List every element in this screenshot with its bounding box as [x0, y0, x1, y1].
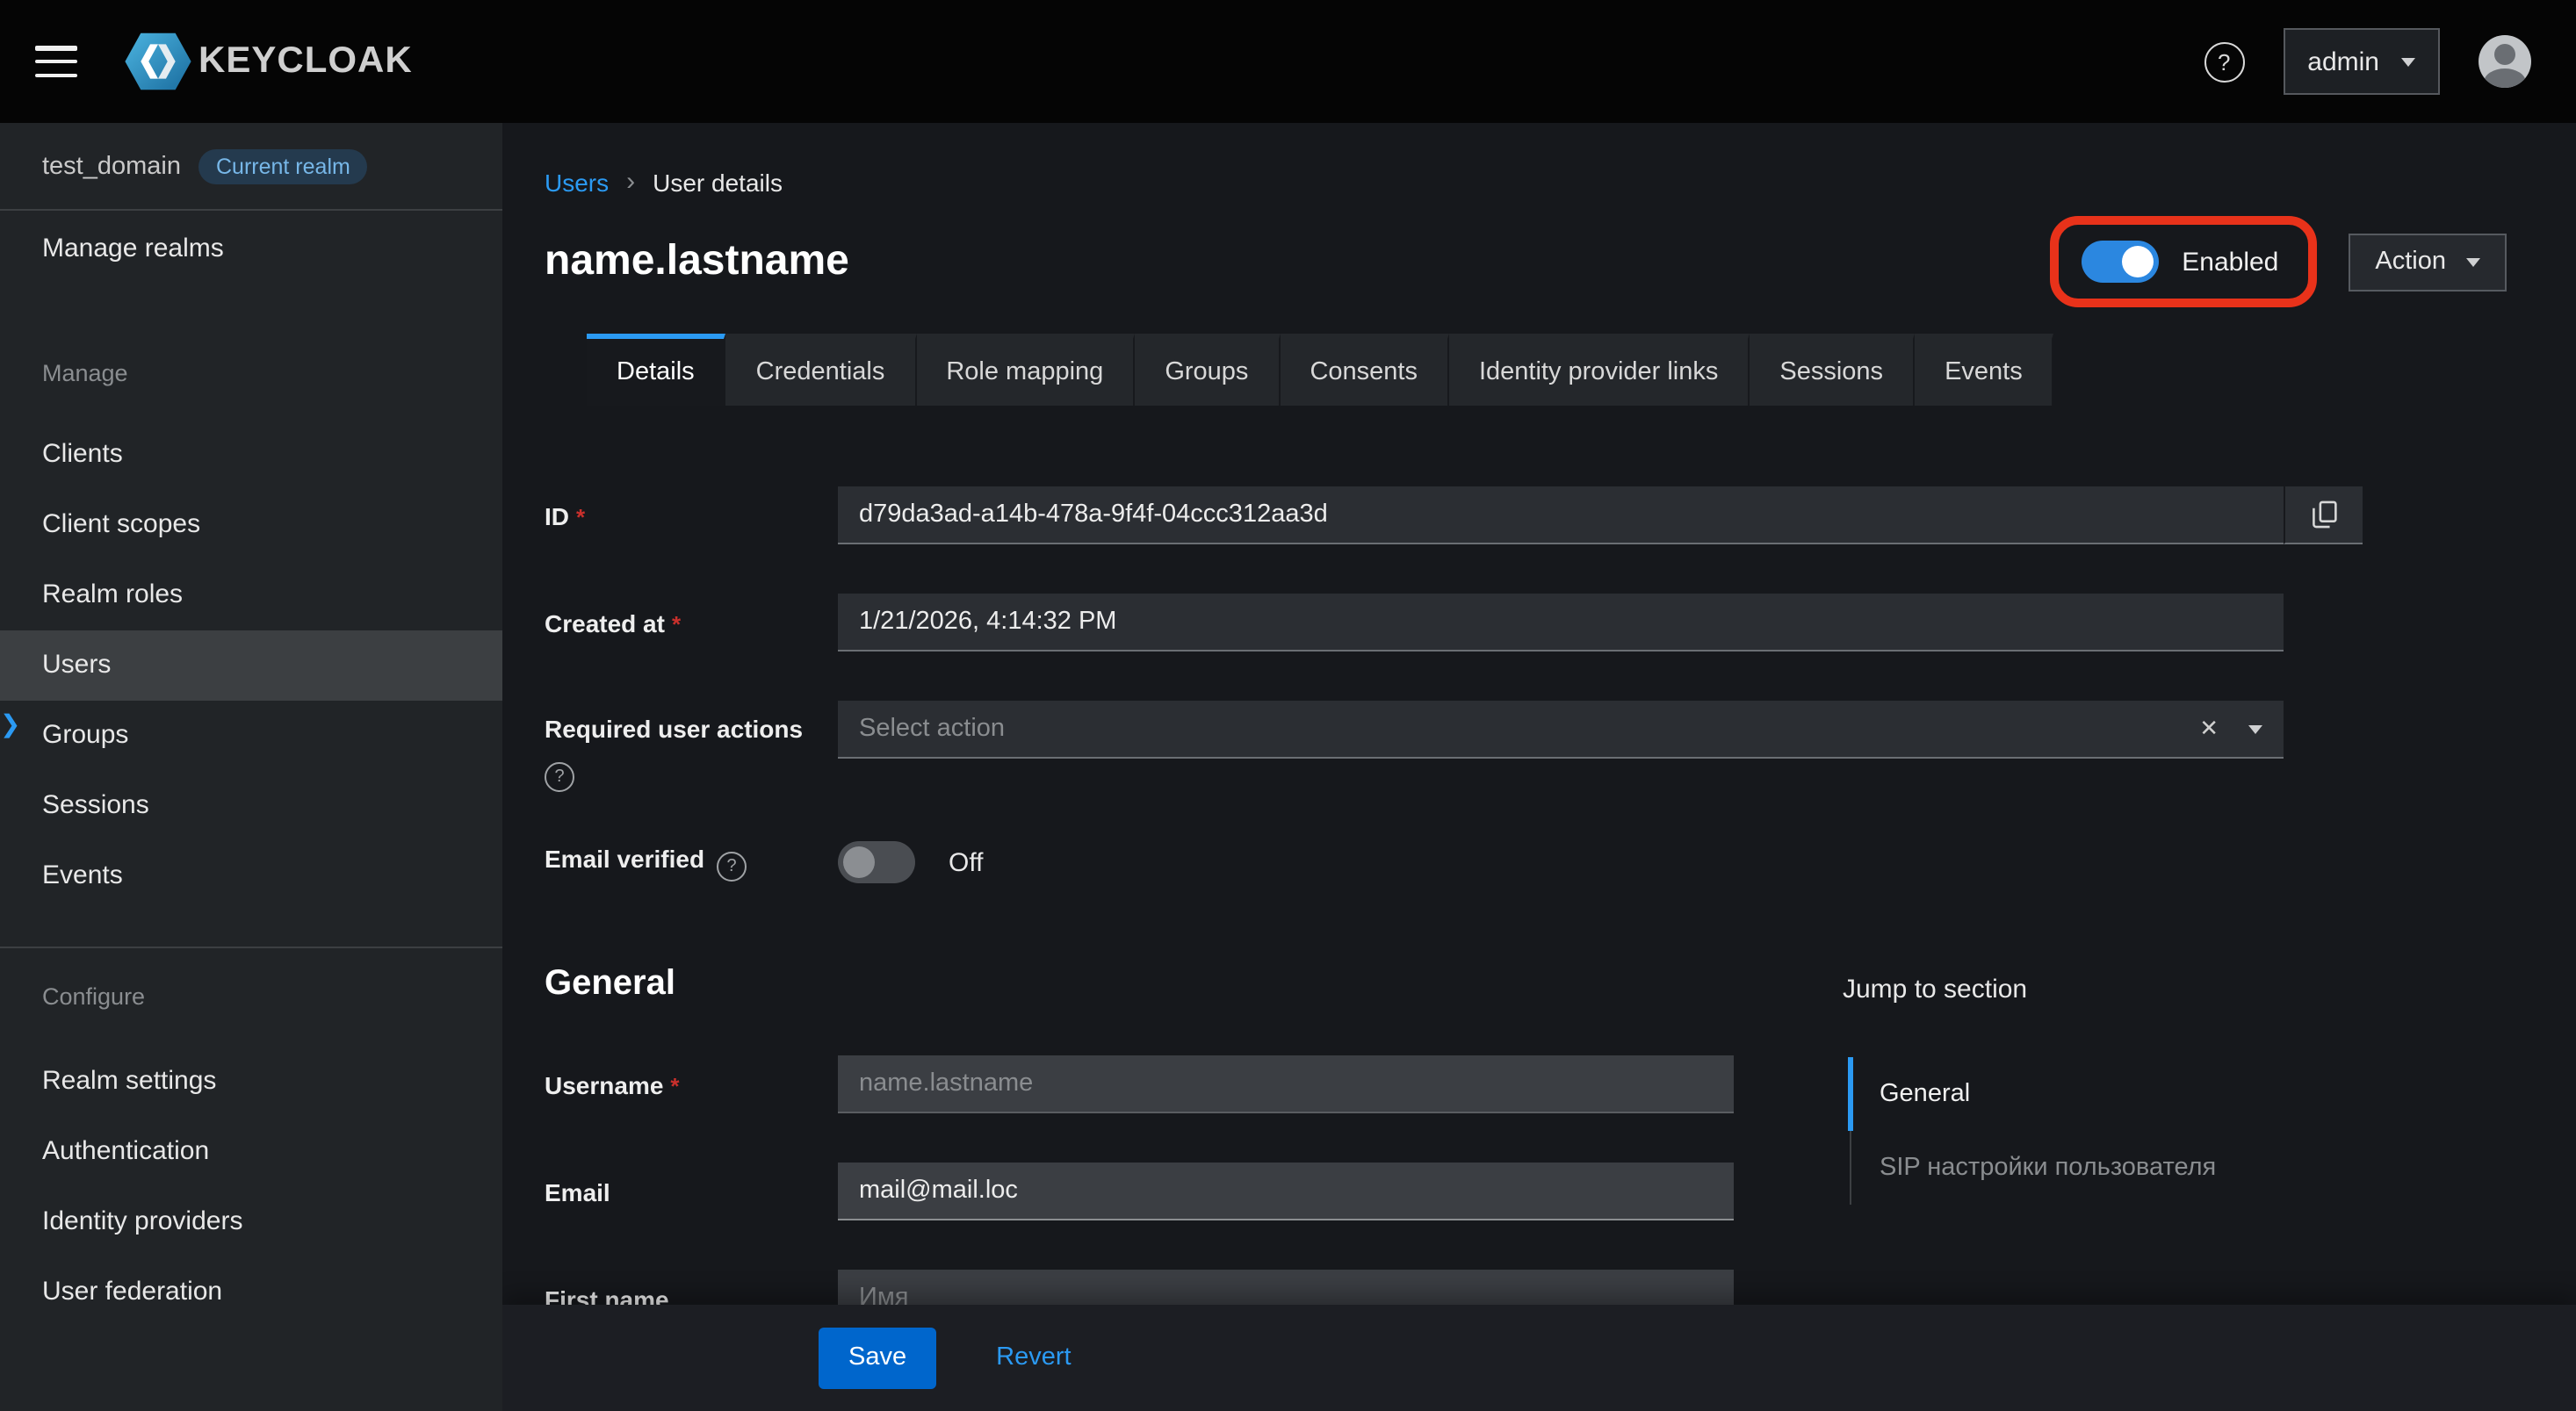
help-icon[interactable]: ?: [2204, 41, 2244, 82]
copy-button[interactable]: [2284, 486, 2363, 544]
sidebar-item-realm-settings[interactable]: Realm settings: [0, 1047, 502, 1117]
required-user-actions-label: Required user actions ?: [545, 701, 838, 792]
sidebar-divider: [0, 947, 502, 948]
sidebar-item-client-scopes[interactable]: Client scopes: [0, 490, 502, 560]
required-user-actions-select[interactable]: Select action ✕: [838, 701, 2284, 759]
page-header: name.lastname Enabled Action: [545, 214, 2506, 309]
breadcrumb-users-link[interactable]: Users: [545, 168, 609, 196]
sidebar-expand-icon[interactable]: ❯: [0, 706, 20, 741]
sidebar-item-realm-roles[interactable]: Realm roles: [0, 560, 502, 630]
save-button[interactable]: Save: [819, 1327, 936, 1388]
required-marker: *: [672, 610, 681, 637]
enabled-toggle-group: Enabled: [2050, 216, 2317, 307]
email-row: Email: [545, 1163, 1776, 1220]
current-realm-badge: Current realm: [198, 148, 368, 184]
sidebar-section-manage: Manage: [0, 356, 502, 392]
required-user-actions-row: Required user actions ? Select action ✕: [545, 701, 2576, 792]
top-bar: KEYCLOAK ? admin: [0, 0, 2576, 123]
id-input[interactable]: [838, 486, 2284, 544]
keycloak-admin-console: KEYCLOAK ? admin test_domain Current rea…: [0, 0, 2576, 1411]
tab-role-mapping[interactable]: Role mapping: [916, 334, 1135, 406]
enabled-toggle[interactable]: [2082, 241, 2159, 283]
tab-consents[interactable]: Consents: [1280, 334, 1449, 406]
action-label: Action: [2375, 248, 2446, 276]
revert-button[interactable]: Revert: [996, 1343, 1071, 1371]
sidebar-item-events[interactable]: Events: [0, 841, 502, 911]
sidebar-item-clients[interactable]: Clients: [0, 420, 502, 490]
email-input[interactable]: [838, 1163, 1734, 1220]
username-label: Username*: [545, 1070, 838, 1098]
username-input[interactable]: [838, 1055, 1734, 1113]
created-at-label: Created at*: [545, 608, 838, 637]
user-menu-label: admin: [2307, 47, 2379, 76]
sidebar-item-sessions[interactable]: Sessions: [0, 771, 502, 841]
select-placeholder: Select action: [859, 715, 1005, 743]
chevron-down-icon[interactable]: [2248, 724, 2262, 733]
sidebar-nav: Manage realms Manage Clients Client scop…: [0, 214, 502, 1328]
page-title: name.lastname: [545, 237, 849, 286]
sidebar-item-users[interactable]: Users: [0, 630, 502, 701]
sidebar-section-configure: Configure: [0, 980, 502, 1015]
question-circle-icon[interactable]: ?: [545, 762, 574, 792]
form-action-bar: Save Revert: [502, 1304, 2576, 1411]
toggle-knob: [2122, 246, 2154, 277]
email-label: Email: [545, 1177, 838, 1206]
id-row: ID*: [545, 486, 2576, 544]
chevron-down-icon: [2400, 57, 2414, 66]
avatar-head-icon: [2493, 44, 2515, 65]
brand-title: KEYCLOAK: [198, 40, 413, 83]
breadcrumb-current: User details: [653, 168, 783, 196]
jump-link-general[interactable]: General: [1851, 1057, 2244, 1131]
sidebar: test_domain Current realm Manage realms …: [0, 123, 502, 1411]
clear-selection-icon[interactable]: ✕: [2199, 715, 2219, 743]
brand[interactable]: KEYCLOAK: [123, 32, 413, 91]
avatar-body-icon: [2483, 68, 2525, 88]
jump-links: General SIP настройки пользователя: [1850, 1057, 2244, 1205]
toggle-knob: [843, 846, 875, 878]
avatar[interactable]: [2478, 35, 2530, 88]
sidebar-item-groups[interactable]: Groups: [0, 701, 502, 771]
tab-identity-provider-links[interactable]: Identity provider links: [1449, 334, 1750, 406]
realm-selector[interactable]: test_domain Current realm: [0, 123, 502, 211]
email-verified-toggle[interactable]: [838, 841, 915, 883]
user-menu-dropdown[interactable]: admin: [2283, 28, 2439, 95]
tab-sessions[interactable]: Sessions: [1750, 334, 1915, 406]
username-row: Username*: [545, 1055, 1776, 1113]
tab-details[interactable]: Details: [587, 334, 726, 406]
email-verified-row: Email verified? Off: [545, 841, 2576, 883]
email-verified-label: Email verified?: [545, 844, 838, 881]
global-nav-toggle-icon[interactable]: [35, 46, 77, 77]
email-verified-state: Off: [949, 847, 983, 877]
sidebar-item-manage-realms[interactable]: Manage realms: [0, 214, 502, 284]
copy-icon: [2311, 500, 2337, 529]
required-marker: *: [576, 503, 585, 529]
enabled-label: Enabled: [2182, 247, 2278, 277]
tab-events[interactable]: Events: [1915, 334, 2054, 406]
tab-bar: Details Credentials Role mapping Groups …: [587, 334, 2576, 406]
chevron-right-icon: ›: [626, 167, 635, 197]
main-content: Users › User details name.lastname Enabl…: [502, 123, 2576, 1411]
sidebar-item-authentication[interactable]: Authentication: [0, 1117, 502, 1187]
chevron-down-icon: [2465, 257, 2479, 266]
general-heading: General: [545, 961, 1776, 1008]
jump-link-sip-settings[interactable]: SIP настройки пользователя: [1851, 1131, 2244, 1205]
action-dropdown-button[interactable]: Action: [2349, 233, 2506, 291]
sidebar-item-identity-providers[interactable]: Identity providers: [0, 1187, 502, 1257]
required-marker: *: [670, 1072, 679, 1098]
breadcrumb: Users › User details: [545, 123, 2576, 197]
id-label: ID*: [545, 501, 838, 529]
keycloak-logo-icon: [123, 32, 193, 91]
created-at-row: Created at*: [545, 594, 2576, 652]
created-at-input[interactable]: [838, 594, 2284, 652]
tab-groups[interactable]: Groups: [1135, 334, 1280, 406]
jump-to-section-title: Jump to section: [1843, 975, 2244, 1004]
realm-name: test_domain: [42, 152, 181, 180]
sidebar-item-user-federation[interactable]: User federation: [0, 1257, 502, 1328]
tab-credentials[interactable]: Credentials: [726, 334, 917, 406]
question-circle-icon[interactable]: ?: [717, 851, 747, 881]
user-details-form: ID* Created at*: [545, 406, 2576, 1377]
